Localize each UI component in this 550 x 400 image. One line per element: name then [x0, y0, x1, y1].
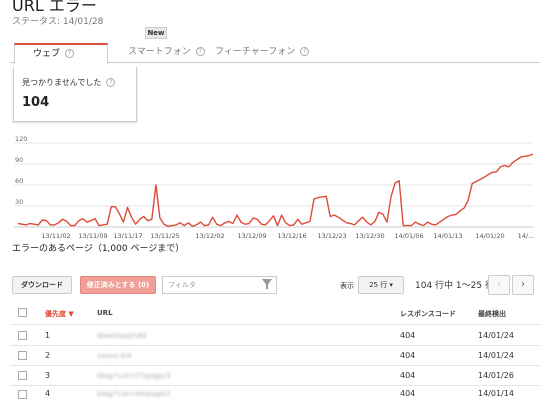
series-line	[17, 153, 534, 227]
row-checkbox[interactable]	[18, 390, 27, 399]
select-all-checkbox[interactable]	[18, 308, 27, 317]
divider	[10, 345, 540, 346]
not-found-card[interactable]: 見つかりませんでした? 104	[13, 67, 137, 122]
prev-page-button[interactable]: ‹	[488, 275, 510, 295]
x-tick-label: 14/...	[518, 232, 535, 240]
x-tick-label: 14/01/06	[394, 232, 423, 240]
errors-chart: 120 90 60 30 13/11/02 13/11/09 13/11/17 13/11/2…	[14, 135, 535, 240]
x-tick-label: 13/11/09	[78, 232, 107, 240]
row-code: 404	[400, 351, 416, 360]
col-url[interactable]: URL	[97, 309, 113, 317]
tab-featurephone-label: フィーチャーフォン	[215, 47, 296, 57]
row-date: 14/01/26	[478, 371, 514, 380]
x-tick-label: 14/01/20	[475, 232, 504, 240]
show-label: 表示	[340, 282, 354, 290]
filter-input[interactable]: フィルタ	[162, 276, 277, 294]
col-last-detected[interactable]: 最終検出	[478, 309, 506, 319]
row-url[interactable]: xxxxx-4/4	[97, 352, 132, 360]
tab-smartphone[interactable]: スマートフォン?	[110, 43, 205, 63]
row-checkbox[interactable]	[18, 351, 27, 360]
row-date: 14/01/24	[478, 351, 514, 360]
row-priority: 3	[45, 371, 51, 380]
card-value: 104	[22, 95, 50, 110]
x-tick-label: 13/11/17	[113, 232, 142, 240]
row-code: 404	[400, 331, 416, 340]
y-tick-label: 90	[15, 156, 23, 164]
card-label: 見つかりませんでした?	[22, 77, 116, 88]
filter-placeholder: フィルタ	[168, 281, 196, 289]
y-tick-label: 60	[15, 177, 23, 185]
col-priority[interactable]: 優先度 ▼	[45, 309, 74, 319]
help-icon[interactable]: ?	[106, 78, 116, 87]
tab-featurephone[interactable]: フィーチャーフォン?	[197, 43, 310, 63]
tab-bar: ウェブ? スマートフォン? フィーチャーフォン?	[10, 43, 540, 64]
row-checkbox[interactable]	[18, 371, 27, 380]
tab-web[interactable]: ウェブ?	[14, 43, 108, 64]
row-priority: 4	[45, 389, 51, 398]
x-tick-label: 13/12/02	[195, 232, 224, 240]
tab-web-label: ウェブ	[33, 49, 61, 59]
row-checkbox[interactable]	[18, 331, 27, 340]
row-date: 14/01/14	[478, 389, 514, 398]
row-url[interactable]: download/180	[97, 332, 147, 340]
x-tick-label: 14/01/13	[433, 232, 462, 240]
download-button[interactable]: ダウンロード	[12, 276, 72, 294]
x-tick-label: 13/11/02	[41, 232, 70, 240]
y-tick-label: 120	[15, 135, 27, 143]
range-text: 104 行中 1〜25 行	[415, 281, 494, 291]
section-title: エラーのあるページ（1,000 ページまで）	[12, 244, 185, 254]
divider	[10, 385, 540, 386]
next-page-button[interactable]: ›	[512, 275, 534, 295]
mark-fixed-button[interactable]: 修正済みとする (0)	[80, 276, 156, 294]
status-date: ステータス: 14/01/28	[12, 17, 104, 27]
row-priority: 1	[45, 331, 51, 340]
tab-smartphone-label: スマートフォン	[128, 47, 191, 57]
row-url[interactable]: blog/?cat=34/page/2	[97, 390, 171, 398]
divider	[10, 324, 540, 325]
x-tick-label: 13/12/16	[277, 232, 306, 240]
help-icon[interactable]: ?	[65, 49, 75, 58]
x-tick-label: 13/12/23	[317, 232, 346, 240]
y-tick-label: 30	[15, 198, 23, 206]
row-priority: 2	[45, 351, 51, 360]
x-tick-label: 13/12/30	[355, 232, 384, 240]
col-response-code[interactable]: レスポンスコード	[400, 309, 456, 319]
row-code: 404	[400, 389, 416, 398]
row-code: 404	[400, 371, 416, 380]
divider	[10, 365, 540, 366]
x-tick-label: 13/12/09	[237, 232, 266, 240]
rows-select[interactable]: 25 行 ▾	[358, 276, 404, 294]
new-badge: New	[145, 27, 167, 39]
row-date: 14/01/24	[478, 331, 514, 340]
row-url[interactable]: blog/?cat=27/page/3	[97, 372, 171, 380]
filter-icon	[262, 279, 272, 289]
help-icon[interactable]: ?	[300, 47, 310, 56]
x-tick-label: 13/11/25	[150, 232, 179, 240]
